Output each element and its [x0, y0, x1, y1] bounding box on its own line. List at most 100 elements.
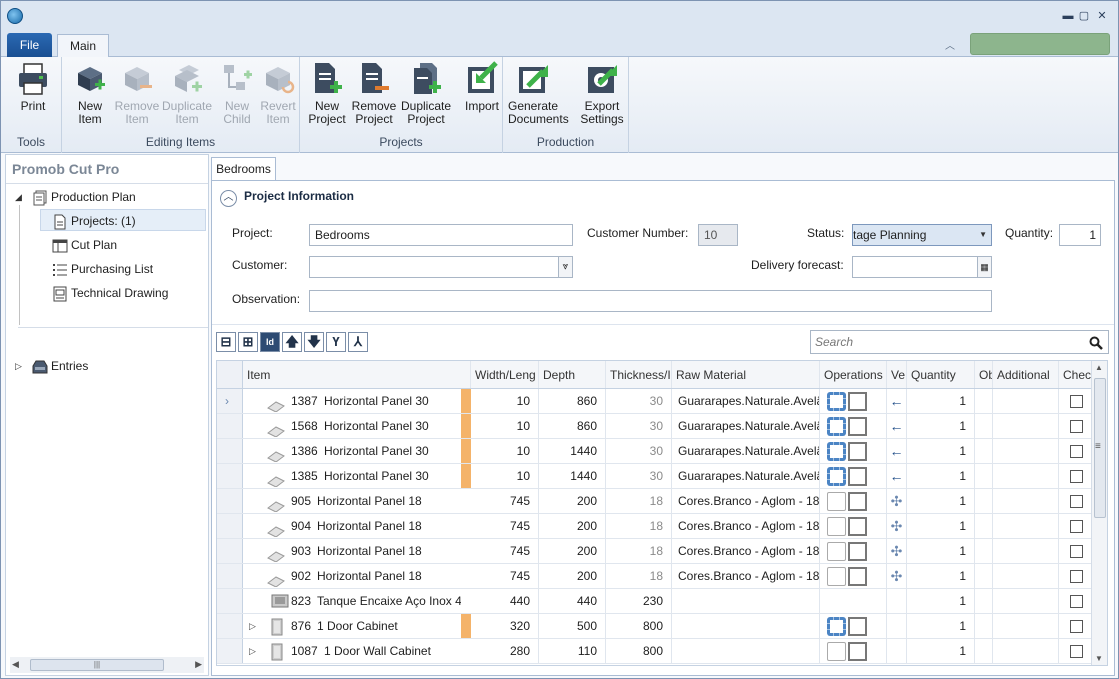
depth-cell[interactable]: 860	[539, 389, 606, 413]
scroll-thumb[interactable]: |||	[30, 659, 164, 671]
row-checkbox[interactable]	[1069, 470, 1083, 484]
width-cell[interactable]: 280	[471, 639, 539, 663]
vertical-scrollbar[interactable]: ▲ ≡ ▼	[1091, 361, 1107, 665]
raw-material-cell[interactable]: Guararapes.Naturale.Avelã	[672, 439, 820, 463]
tab-bedrooms[interactable]: Bedrooms	[211, 157, 276, 181]
item-cell[interactable]: ▷ 876 1 Door Cabinet	[243, 614, 461, 638]
table-row[interactable]: 903 Horizontal Panel 18 745 200 18 Cores.Bran…	[217, 539, 1093, 564]
search-input[interactable]: Search	[810, 330, 1109, 354]
depth-cell[interactable]: 500	[539, 614, 606, 638]
id-toggle-icon[interactable]: Id	[260, 332, 280, 352]
tree-item-technical-drawing[interactable]: Technical Drawing	[52, 282, 168, 304]
depth-cell[interactable]: 200	[539, 564, 606, 588]
operations-cell[interactable]	[820, 514, 887, 538]
depth-cell[interactable]: 860	[539, 414, 606, 438]
observation-cell[interactable]	[975, 614, 993, 638]
additional-cell[interactable]	[993, 639, 1059, 663]
table-row[interactable]: 823Tanque Encaixe Aço Inox 40x4440440230…	[217, 589, 1093, 614]
quantity-cell[interactable]: 1	[907, 489, 975, 513]
expand-arrow-icon[interactable]: ▷	[249, 614, 256, 638]
column-header[interactable]: Quantity	[907, 361, 975, 388]
column-header[interactable]: Thickness/I	[606, 361, 672, 388]
search-icon[interactable]	[1089, 336, 1103, 350]
free-direction-icon[interactable]	[887, 614, 907, 638]
column-header[interactable]: Operations	[820, 361, 887, 388]
free-direction-icon[interactable]: ✣	[887, 564, 907, 588]
raw-material-cell[interactable]: Guararapes.Naturale.Avelã	[672, 389, 820, 413]
expand-all-icon[interactable]: ⊞	[238, 332, 258, 352]
grain-direction-icon[interactable]: ←	[887, 464, 907, 488]
quantity-cell[interactable]: 1	[907, 464, 975, 488]
width-cell[interactable]: 320	[471, 614, 539, 638]
scroll-up-icon[interactable]: ▲	[1095, 363, 1103, 372]
item-cell[interactable]: ▷ 1087 1 Door Wall Cabinet	[243, 639, 461, 663]
free-direction-icon[interactable]	[887, 589, 907, 613]
item-cell[interactable]: 1385 Horizontal Panel 30	[243, 464, 461, 488]
scroll-left-icon[interactable]: ◀	[12, 659, 19, 670]
raw-material-cell[interactable]: Cores.Branco - Aglom - 18	[672, 564, 820, 588]
table-row[interactable]: 902 Horizontal Panel 18 745 200 18 Cores.Bran…	[217, 564, 1093, 589]
tab-file[interactable]: File	[7, 33, 52, 57]
collapse-arrow-icon[interactable]: ◢	[15, 192, 22, 203]
row-selector[interactable]	[217, 589, 243, 613]
column-header[interactable]: Raw Material	[672, 361, 820, 388]
column-header[interactable]: Ob	[975, 361, 993, 388]
free-direction-icon[interactable]: ✣	[887, 539, 907, 563]
new-project-button[interactable]: New Project	[302, 61, 352, 126]
operations-cell[interactable]	[820, 489, 887, 513]
table-row[interactable]: 1385 Horizontal Panel 30 10 1440 30 Guararape…	[217, 464, 1093, 489]
printer-button[interactable]: Print	[8, 61, 58, 113]
additional-cell[interactable]	[993, 464, 1059, 488]
operations-cell[interactable]	[820, 564, 887, 588]
observation-cell[interactable]	[975, 414, 993, 438]
row-selector[interactable]	[217, 614, 243, 638]
tree-item-cut-plan[interactable]: Cut Plan	[52, 234, 117, 256]
item-cell[interactable]: 902 Horizontal Panel 18	[243, 564, 461, 588]
move-down-icon[interactable]: 🡇	[304, 332, 324, 352]
observation-field[interactable]	[309, 290, 992, 312]
observation-cell[interactable]	[975, 489, 993, 513]
row-checkbox[interactable]	[1069, 495, 1083, 509]
observation-cell[interactable]	[975, 639, 993, 663]
additional-cell[interactable]	[993, 389, 1059, 413]
status-select[interactable]: tage Planning ▼	[852, 224, 992, 246]
scroll-down-icon[interactable]: ▼	[1095, 654, 1103, 663]
width-cell[interactable]: 745	[471, 539, 539, 563]
duplicate-item-button[interactable]: Duplicate Item	[162, 61, 212, 126]
operations-cell[interactable]	[820, 589, 887, 613]
free-direction-icon[interactable]	[887, 639, 907, 663]
observation-cell[interactable]	[975, 514, 993, 538]
row-checkbox[interactable]	[1069, 570, 1083, 584]
scroll-right-icon[interactable]: ▶	[195, 659, 202, 670]
column-header[interactable]: Additional	[993, 361, 1059, 388]
width-cell[interactable]: 745	[471, 564, 539, 588]
row-checkbox[interactable]	[1069, 620, 1083, 634]
row-checkbox[interactable]	[1069, 595, 1083, 609]
raw-material-cell[interactable]: Cores.Branco - Aglom - 18	[672, 539, 820, 563]
tree-item-entries[interactable]: Entries	[32, 355, 88, 377]
expand-arrow-icon[interactable]: ▷	[249, 639, 256, 663]
quantity-field[interactable]: 1	[1059, 224, 1101, 246]
observation-cell[interactable]	[975, 389, 993, 413]
free-direction-icon[interactable]: ✣	[887, 514, 907, 538]
row-selector[interactable]	[217, 564, 243, 588]
depth-cell[interactable]: 1440	[539, 464, 606, 488]
raw-material-cell[interactable]	[672, 639, 820, 663]
grain-direction-icon[interactable]: ←	[887, 414, 907, 438]
ribbon-collapse-icon[interactable]: ︿	[945, 37, 959, 52]
row-checkbox[interactable]	[1069, 420, 1083, 434]
item-cell[interactable]: 904 Horizontal Panel 18	[243, 514, 461, 538]
tree-item-projects[interactable]: Projects: (1)	[52, 210, 136, 232]
quantity-cell[interactable]: 1	[907, 564, 975, 588]
additional-cell[interactable]	[993, 439, 1059, 463]
quantity-cell[interactable]: 1	[907, 389, 975, 413]
observation-cell[interactable]	[975, 439, 993, 463]
horizontal-scrollbar[interactable]: ◀ ||| ▶	[10, 657, 204, 673]
collapse-section-icon[interactable]: ︿	[220, 190, 237, 207]
duplicate-project-button[interactable]: Duplicate Project	[401, 61, 451, 126]
depth-cell[interactable]: 1440	[539, 439, 606, 463]
quantity-cell[interactable]: 1	[907, 414, 975, 438]
observation-cell[interactable]	[975, 564, 993, 588]
table-row[interactable]: ▷ 876 1 Door Cabinet 320 500 800 1	[217, 614, 1093, 639]
customer-field[interactable]: ⩔	[309, 256, 573, 278]
